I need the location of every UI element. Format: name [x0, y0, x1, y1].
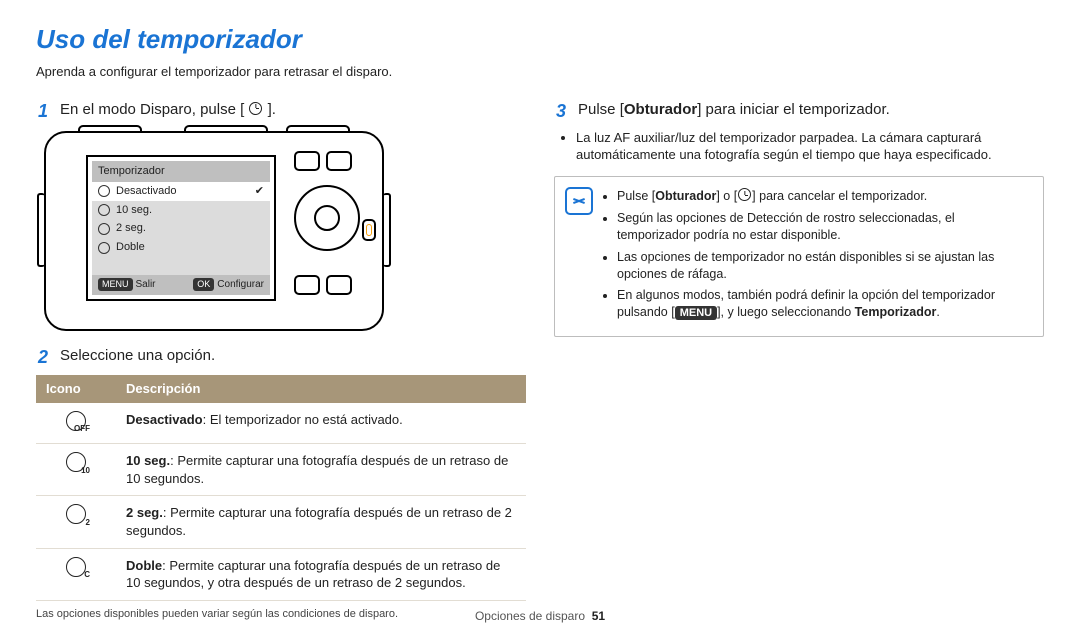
note-icon	[565, 187, 593, 215]
camera-menu-item: Doble	[116, 240, 145, 255]
table-row-rest: : Permite capturar una fotografía despué…	[126, 505, 512, 538]
camera-menu-item: 10 seg.	[116, 203, 152, 218]
step-1: 1 En el modo Disparo, pulse [ ].	[36, 99, 526, 123]
timer-icon	[98, 242, 110, 254]
note-item: En algunos modos, también podrá definir …	[617, 287, 1031, 321]
step-2: 2 Seleccione una opción.	[36, 345, 526, 369]
menu-pill: MENU	[675, 306, 717, 321]
table-row-bold: Desactivado	[126, 412, 203, 427]
table-row-bold: Doble	[126, 558, 162, 573]
timer-2-icon	[66, 504, 86, 524]
table-row-rest: : Permite capturar una fotografía despué…	[126, 453, 508, 486]
table-row: Doble: Permite capturar una fotografía d…	[36, 548, 526, 600]
check-icon: ✔	[255, 184, 264, 199]
timer-icon	[98, 185, 110, 197]
table-row-rest: : Permite capturar una fotografía despué…	[126, 558, 500, 591]
dpad-icon	[294, 185, 360, 251]
menu-pill: MENU	[98, 278, 133, 290]
table-header-icon: Icono	[36, 375, 116, 403]
page-footer: Opciones de disparo 51	[0, 608, 1080, 624]
timer-off-icon	[66, 411, 86, 431]
table-header-desc: Descripción	[116, 375, 526, 403]
table-row: Desactivado: El temporizador no está act…	[36, 403, 526, 444]
note-item: Según las opciones de Detección de rostr…	[617, 210, 1031, 244]
camera-foot-left: Salir	[136, 279, 156, 290]
step-2-number: 2	[36, 345, 50, 369]
camera-illustration: Temporizador Desactivado ✔ 10 seg. 2 seg.…	[44, 131, 384, 331]
note-item: Pulse [Obturador] o [] para cancelar el …	[617, 187, 1031, 205]
intro-text: Aprenda a configurar el temporizador par…	[36, 63, 1044, 81]
note-box: Pulse [Obturador] o [] para cancelar el …	[554, 176, 1044, 337]
table-row-rest: : El temporizador no está activado.	[203, 412, 403, 427]
timer-icon	[249, 102, 262, 115]
camera-menu-item: 2 seg.	[116, 221, 146, 236]
timer-icon	[98, 204, 110, 216]
ok-pill: OK	[193, 278, 214, 290]
timer-10-icon	[66, 452, 86, 472]
camera-menu-item: Desactivado	[116, 184, 177, 199]
note-item: Las opciones de temporizador no están di…	[617, 249, 1031, 283]
step-1-text-pre: En el modo Disparo, pulse [	[60, 101, 244, 118]
step-3-number: 3	[554, 99, 568, 123]
timer-icon	[738, 188, 751, 201]
camera-screen-title: Temporizador	[92, 161, 270, 182]
table-row-bold: 10 seg.	[126, 453, 170, 468]
step-3-text-post: ] para iniciar el temporizador.	[697, 101, 890, 118]
step-3-text-pre: Pulse [	[578, 101, 624, 118]
camera-foot-right: Configurar	[217, 279, 264, 290]
table-row: 10 seg.: Permite capturar una fotografía…	[36, 444, 526, 496]
table-row-bold: 2 seg.	[126, 505, 163, 520]
step-3-bullet: La luz AF auxiliar/luz del temporizador …	[576, 129, 1044, 164]
step-3: 3 Pulse [Obturador] para iniciar el temp…	[554, 99, 1044, 123]
table-row: 2 seg.: Permite capturar una fotografía …	[36, 496, 526, 548]
step-1-number: 1	[36, 99, 50, 123]
step-3-bold: Obturador	[624, 101, 697, 118]
page-title: Uso del temporizador	[36, 22, 1044, 57]
step-2-text: Seleccione una opción.	[60, 345, 215, 366]
timer-double-icon	[66, 557, 86, 577]
options-table: Icono Descripción Desactivado: El tempor…	[36, 375, 526, 600]
timer-icon	[98, 223, 110, 235]
step-1-text-post: ].	[268, 101, 276, 118]
